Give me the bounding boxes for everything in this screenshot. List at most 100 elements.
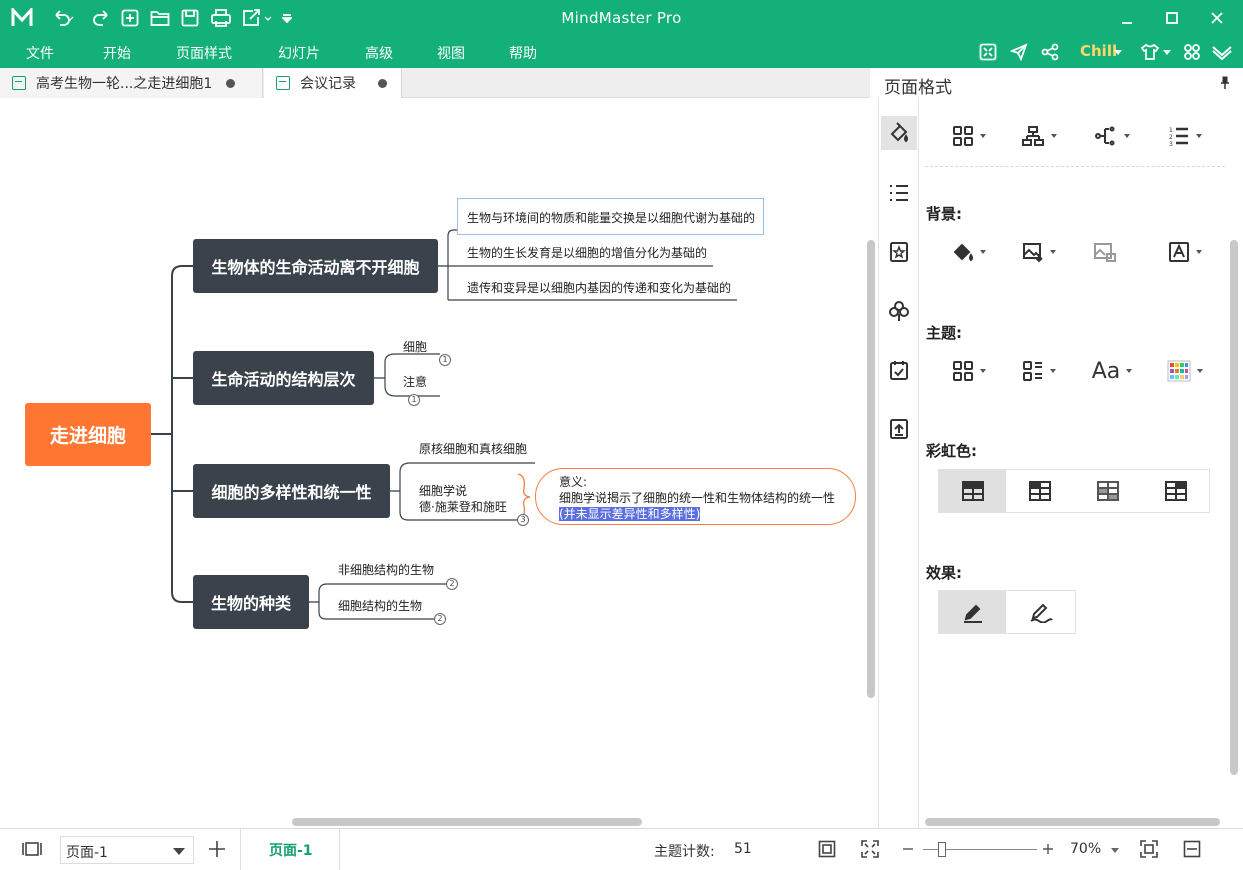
main-topic-1[interactable]: 生物体的生命活动离不开细胞 bbox=[193, 239, 438, 293]
callout-line-2: 细胞学说揭示了细胞的统一性和生物体结构的统一性 bbox=[559, 491, 836, 505]
rainbow-option-2[interactable] bbox=[1006, 470, 1074, 512]
share-icon[interactable] bbox=[1038, 40, 1062, 64]
rainbow-option-1[interactable] bbox=[939, 470, 1006, 512]
fit-screen-icon[interactable] bbox=[1138, 838, 1160, 860]
subtopic-2-1[interactable]: 细胞 bbox=[403, 338, 427, 355]
zoom-out-icon[interactable] bbox=[900, 839, 916, 859]
theme-font-button[interactable]: Aa bbox=[1082, 353, 1142, 389]
unsaved-dot-icon[interactable] bbox=[378, 78, 387, 88]
apps-grid-icon[interactable] bbox=[1180, 40, 1204, 64]
canvas-horizontal-scrollbar[interactable] bbox=[292, 818, 642, 826]
shirt-style-icon[interactable] bbox=[1138, 40, 1162, 64]
chevron-down-icon bbox=[173, 848, 185, 855]
pin-icon[interactable] bbox=[1220, 76, 1230, 90]
rainbow-option-4[interactable] bbox=[1142, 470, 1210, 512]
subtopic-4-2[interactable]: 细胞结构的生物 bbox=[338, 597, 422, 614]
collapse-ribbon-icon[interactable] bbox=[1209, 40, 1235, 64]
subtopic-3-3[interactable]: 德·施莱登和施旺 bbox=[419, 498, 507, 515]
task-calendar-icon[interactable] bbox=[881, 353, 917, 387]
tab-document-1[interactable]: 高考生物一轮...之走进细胞1 bbox=[0, 68, 263, 98]
outline-list-icon[interactable] bbox=[881, 176, 917, 210]
effect-section-label: 效果: bbox=[926, 564, 962, 582]
mindmap-canvas[interactable]: 走进细胞 生物体的生命活动离不开细胞 生命活动的结构层次 细胞的多样性和统一性 … bbox=[0, 98, 878, 828]
watermark-button[interactable] bbox=[1155, 234, 1215, 270]
effect-option-hand-drawn[interactable] bbox=[1006, 591, 1076, 633]
page-tab-active[interactable]: 页面-1 bbox=[240, 829, 340, 870]
subtopic-3-2[interactable]: 细胞学说 bbox=[419, 482, 467, 499]
theme-style-button[interactable] bbox=[1009, 353, 1069, 389]
subtopic-4-1[interactable]: 非细胞结构的生物 bbox=[338, 561, 434, 578]
numbering-list-button[interactable]: 123 bbox=[1155, 118, 1215, 154]
canvas-vertical-scrollbar[interactable] bbox=[867, 240, 875, 698]
page-panel-toggle-icon[interactable] bbox=[20, 839, 44, 859]
app-title: MindMaster Pro bbox=[561, 9, 682, 27]
panel-horizontal-scrollbar[interactable] bbox=[925, 818, 1220, 826]
fullscreen-icon[interactable] bbox=[976, 40, 1000, 64]
menu-advanced[interactable]: 高级 bbox=[365, 43, 393, 63]
fit-page-icon[interactable] bbox=[816, 838, 838, 860]
page-select-dropdown[interactable]: 页面-1 bbox=[60, 836, 194, 864]
zoom-in-icon[interactable] bbox=[1040, 839, 1056, 859]
main-topic-3[interactable]: 细胞的多样性和统一性 bbox=[193, 464, 390, 518]
collapsed-count-badge[interactable]: 3 bbox=[517, 514, 529, 526]
collapsed-count-badge[interactable]: 2 bbox=[446, 578, 458, 590]
page-format-icon[interactable] bbox=[881, 116, 917, 150]
subtopic-1-3[interactable]: 遗传和变异是以细胞内基因的传递和变化为基础的 bbox=[467, 279, 731, 296]
central-topic[interactable]: 走进细胞 bbox=[25, 403, 151, 466]
panel-toggle-icon[interactable] bbox=[1181, 838, 1203, 860]
zoom-level[interactable]: 70% bbox=[1070, 841, 1101, 857]
structure-tree-button[interactable] bbox=[1009, 118, 1069, 154]
tab-document-2[interactable]: 会议记录 bbox=[264, 68, 402, 98]
menu-slideshow[interactable]: 幻灯片 bbox=[278, 43, 320, 63]
menu-page-style[interactable]: 页面样式 bbox=[176, 43, 232, 63]
svg-text:1: 1 bbox=[1169, 127, 1173, 134]
background-fill-button[interactable] bbox=[939, 234, 999, 270]
theme-chill-label[interactable]: Chill bbox=[1080, 42, 1117, 60]
font-aa-icon: Aa bbox=[1091, 358, 1121, 384]
fullscreen-view-icon[interactable] bbox=[859, 838, 881, 860]
style-dropdown-icon[interactable] bbox=[1162, 48, 1172, 58]
minimize-icon[interactable] bbox=[1115, 7, 1139, 29]
subtopic-3-1[interactable]: 原核细胞和真核细胞 bbox=[419, 440, 527, 457]
subtopic-1-1[interactable]: 生物与环境间的物质和能量交换是以细胞代谢为基础的 bbox=[467, 209, 755, 226]
background-image-button[interactable] bbox=[1009, 234, 1069, 270]
page-tab-label: 页面-1 bbox=[269, 843, 313, 859]
clover-icon[interactable] bbox=[881, 294, 917, 328]
menu-start[interactable]: 开始 bbox=[103, 43, 131, 63]
theme-color-button[interactable] bbox=[1155, 353, 1215, 389]
send-icon[interactable] bbox=[1007, 40, 1031, 64]
page-format-panel: 123 背景: 主题: Aa 彩虹色: 效果: bbox=[918, 98, 1243, 828]
branch-connector-button[interactable] bbox=[1082, 118, 1142, 154]
collapsed-count-badge[interactable]: 2 bbox=[434, 613, 446, 625]
zoom-dropdown-icon[interactable] bbox=[1111, 848, 1119, 853]
panel-divider bbox=[925, 166, 1225, 167]
menu-file[interactable]: 文件 bbox=[26, 43, 54, 63]
maximize-icon[interactable] bbox=[1160, 7, 1184, 29]
main-topic-4[interactable]: 生物的种类 bbox=[193, 575, 309, 629]
add-page-icon[interactable] bbox=[205, 837, 229, 861]
subtopic-2-2[interactable]: 注意 bbox=[403, 373, 427, 390]
effect-option-plain[interactable] bbox=[939, 591, 1006, 633]
upload-export-icon[interactable] bbox=[881, 412, 917, 446]
close-icon[interactable] bbox=[1205, 7, 1229, 29]
remove-background-image-button[interactable] bbox=[1075, 234, 1135, 270]
page-select-value: 页面-1 bbox=[66, 845, 108, 861]
menu-help[interactable]: 帮助 bbox=[509, 43, 537, 63]
topic-count-label: 主题计数: bbox=[654, 844, 715, 860]
rainbow-option-3[interactable] bbox=[1074, 470, 1142, 512]
collapsed-count-badge[interactable]: 1 bbox=[408, 394, 420, 406]
main-topic-2[interactable]: 生命活动的结构层次 bbox=[193, 351, 374, 405]
collapsed-count-badge[interactable]: 1 bbox=[439, 354, 451, 366]
layout-grid-button[interactable] bbox=[939, 118, 999, 154]
chill-dropdown-icon[interactable] bbox=[1113, 48, 1123, 58]
tab-document-2-label: 会议记录 bbox=[300, 76, 356, 92]
panel-vertical-scrollbar[interactable] bbox=[1230, 240, 1238, 775]
callout-line-3-selected[interactable]: (并未显示差异性和多样性) bbox=[559, 505, 701, 522]
theme-layout-button[interactable] bbox=[939, 353, 999, 389]
clipart-icon[interactable] bbox=[881, 235, 917, 269]
subtopic-1-2[interactable]: 生物的生长发育是以细胞的增值分化为基础的 bbox=[467, 244, 707, 261]
status-bar: 页面-1 页面-1 主题计数: 51 70% bbox=[0, 828, 1243, 870]
unsaved-dot-icon[interactable] bbox=[226, 78, 236, 88]
zoom-slider-handle[interactable] bbox=[938, 842, 946, 857]
menu-view[interactable]: 视图 bbox=[437, 43, 465, 63]
